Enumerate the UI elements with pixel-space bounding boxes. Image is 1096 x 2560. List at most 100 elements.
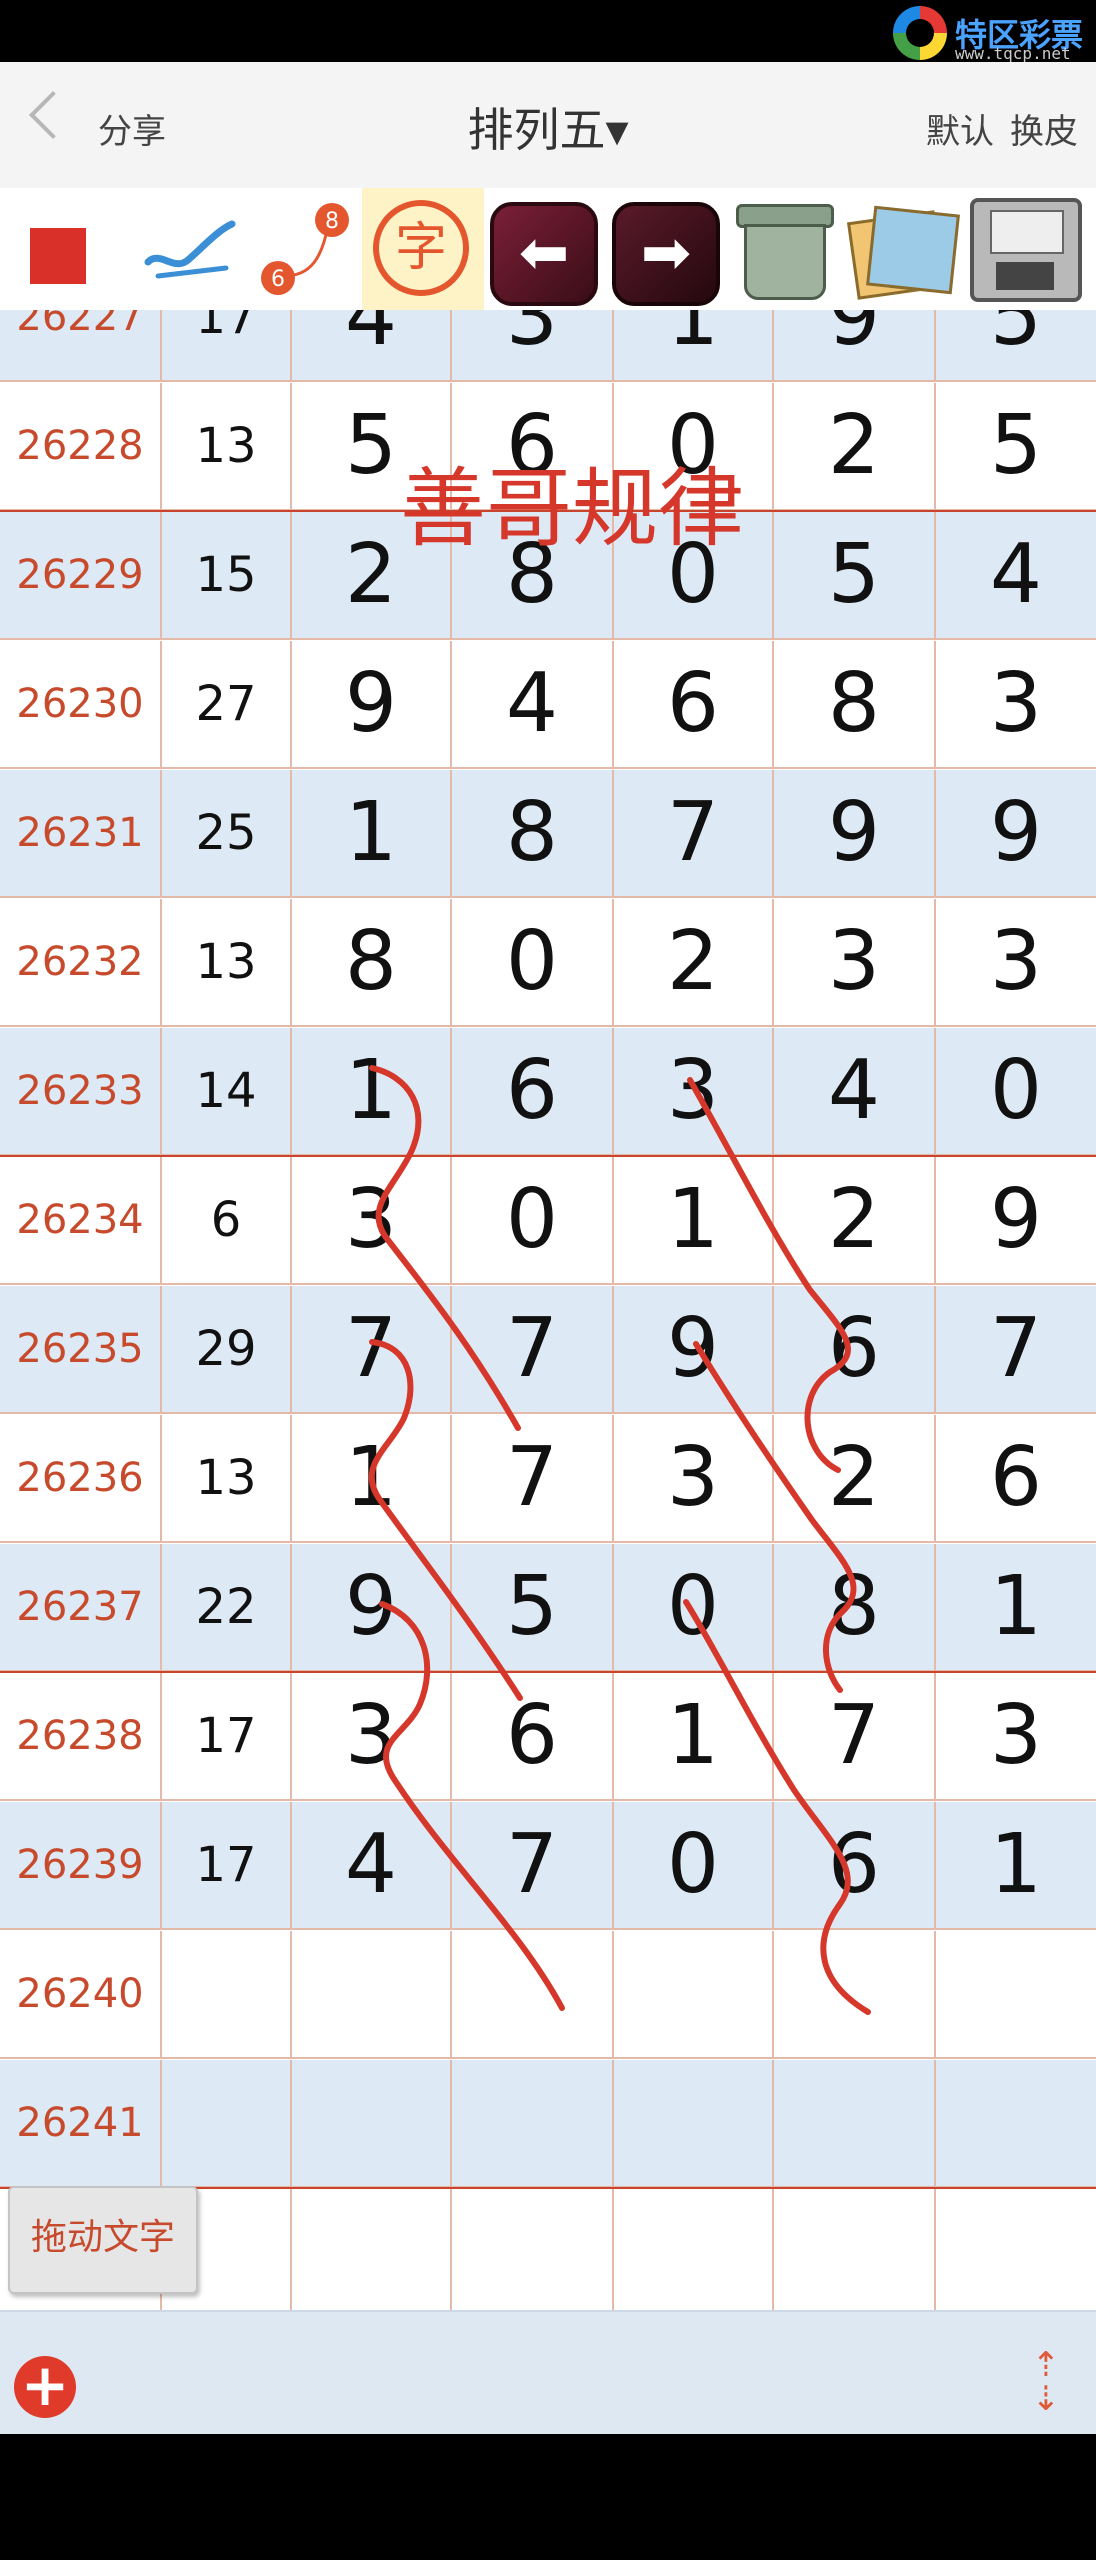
digit-cell[interactable]: 7	[452, 1415, 614, 1541]
digit-cell[interactable]: 0	[452, 1157, 614, 1283]
digit-cell[interactable]: 7	[774, 1673, 936, 1799]
digit-cell[interactable]	[774, 1931, 936, 2057]
digit-cell[interactable]: 5	[936, 310, 1096, 380]
digit-cell[interactable]: 9	[614, 1286, 774, 1412]
sum-cell	[162, 1931, 292, 2057]
photos-icon[interactable]	[847, 202, 960, 300]
digit-cell[interactable]: 7	[452, 1286, 614, 1412]
digit-cell[interactable]: 2	[774, 1415, 936, 1541]
digit-cell[interactable]: 3	[614, 1028, 774, 1154]
digit-cell[interactable]	[936, 1931, 1096, 2057]
digit-cell[interactable]	[452, 2060, 614, 2186]
drag-text-button[interactable]: 拖动文字	[8, 2186, 198, 2294]
digit-cell[interactable]	[936, 2189, 1096, 2310]
digit-cell[interactable]: 2	[614, 899, 774, 1025]
digit-cell[interactable]	[292, 1931, 452, 2057]
red-square-icon[interactable]	[30, 228, 86, 284]
digit-cell[interactable]: 3	[292, 1673, 452, 1799]
digit-cell[interactable]: 7	[936, 1286, 1096, 1412]
digit-cell[interactable]: 3	[936, 1673, 1096, 1799]
digit-cell[interactable]	[292, 2060, 452, 2186]
digit-cell[interactable]	[452, 1931, 614, 2057]
digit-cell[interactable]: 1	[936, 1544, 1096, 1670]
digit-cell[interactable]: 8	[452, 770, 614, 896]
digit-cell[interactable]: 9	[936, 1157, 1096, 1283]
digit-cell[interactable]: 2	[774, 383, 936, 509]
digit-cell[interactable]: 5	[936, 383, 1096, 509]
digit-cell[interactable]: 9	[774, 770, 936, 896]
digit-cell[interactable]: 8	[774, 1544, 936, 1670]
digit-cell[interactable]: 5	[774, 512, 936, 638]
digit-cell[interactable]	[774, 2060, 936, 2186]
digit-cell[interactable]: 6	[936, 1415, 1096, 1541]
digit-cell[interactable]: 1	[292, 770, 452, 896]
digit-cell[interactable]: 1	[292, 1028, 452, 1154]
digit-cell[interactable]: 3	[936, 641, 1096, 767]
digit-cell[interactable]	[452, 2189, 614, 2310]
digit-cell[interactable]: 9	[774, 310, 936, 380]
digit-cell[interactable]: 7	[292, 1286, 452, 1412]
digit-cell[interactable]: 9	[292, 1544, 452, 1670]
digit-cell[interactable]	[614, 1931, 774, 2057]
digit-cell[interactable]: 5	[452, 1544, 614, 1670]
digit-cell[interactable]: 4	[452, 641, 614, 767]
digit-cell[interactable]	[614, 2060, 774, 2186]
sum-cell: 17	[162, 310, 292, 380]
digit-cell[interactable]: 8	[452, 512, 614, 638]
digit-cell[interactable]: 3	[292, 1157, 452, 1283]
digit-cell[interactable]: 3	[774, 899, 936, 1025]
digit-cell[interactable]: 0	[614, 512, 774, 638]
digit-cell[interactable]: 4	[936, 512, 1096, 638]
digit-cell[interactable]: 0	[614, 1802, 774, 1928]
digit-cell[interactable]: 6	[452, 1028, 614, 1154]
digit-cell[interactable]: 4	[292, 1802, 452, 1928]
digit-cell[interactable]: 7	[452, 1802, 614, 1928]
digit-cell[interactable]: 2	[292, 512, 452, 638]
digit-cell[interactable]: 6	[452, 1673, 614, 1799]
zi-icon[interactable]: 字	[373, 200, 469, 296]
digit-cell[interactable]: 9	[936, 770, 1096, 896]
digit-cell[interactable]: 4	[292, 310, 452, 380]
digit-cell[interactable]: 7	[614, 770, 774, 896]
digit-cell[interactable]: 1	[614, 310, 774, 380]
floppy-disk-icon[interactable]	[970, 198, 1082, 302]
digit-cell[interactable]: 3	[936, 899, 1096, 1025]
plus-circle-icon[interactable]: +	[14, 2356, 76, 2418]
digit-cell[interactable]	[614, 2189, 774, 2310]
results-grid: 26227 17 4 3 1 9 5 26228 13 5 6 0 2 5 26229 15 2 8 0 5 4 2623…	[0, 310, 1096, 2310]
digit-cell[interactable]: 6	[774, 1286, 936, 1412]
period-cell: 26234	[0, 1157, 162, 1283]
digit-cell[interactable]: 1	[614, 1157, 774, 1283]
number-balls-icon[interactable]: 8 6	[252, 196, 362, 304]
digit-cell[interactable]: 4	[774, 1028, 936, 1154]
digit-cell[interactable]: 3	[614, 1415, 774, 1541]
digit-cell[interactable]: 0	[614, 383, 774, 509]
digit-cell[interactable]: 5	[292, 383, 452, 509]
trash-icon[interactable]	[730, 200, 834, 300]
check-pen-icon[interactable]	[140, 210, 240, 290]
digit-cell[interactable]: 6	[452, 383, 614, 509]
digit-cell[interactable]	[292, 2189, 452, 2310]
table-row: 26232 13 8 0 2 3 3	[0, 899, 1096, 1027]
sum-cell: 6	[162, 1157, 292, 1283]
digit-cell[interactable]: 1	[936, 1802, 1096, 1928]
arrow-left-icon[interactable]: ⬅	[490, 202, 598, 306]
digit-cell[interactable]	[774, 2189, 936, 2310]
digit-cell[interactable]: 9	[292, 641, 452, 767]
digit-cell[interactable]: 0	[936, 1028, 1096, 1154]
digit-cell[interactable]: 6	[614, 641, 774, 767]
digit-cell[interactable]: 3	[452, 310, 614, 380]
digit-cell[interactable]	[936, 2060, 1096, 2186]
digit-cell[interactable]: 2	[774, 1157, 936, 1283]
up-down-arrows-icon[interactable]: ⇡ ⇣	[1026, 2348, 1066, 2422]
digit-cell[interactable]: 6	[774, 1802, 936, 1928]
digit-cell[interactable]: 1	[292, 1415, 452, 1541]
digit-cell[interactable]: 8	[774, 641, 936, 767]
digit-cell[interactable]: 0	[614, 1544, 774, 1670]
digit-cell[interactable]: 1	[614, 1673, 774, 1799]
digit-cell[interactable]: 0	[452, 899, 614, 1025]
arrow-right-icon[interactable]: ➡	[612, 202, 720, 306]
change-skin-button[interactable]: 换皮	[1010, 112, 1078, 152]
default-button[interactable]: 默认	[926, 112, 994, 152]
digit-cell[interactable]: 8	[292, 899, 452, 1025]
